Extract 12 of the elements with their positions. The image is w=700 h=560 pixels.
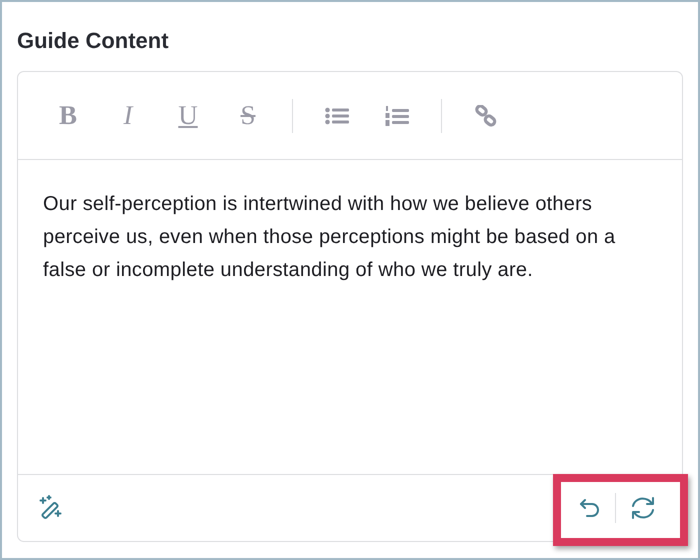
strike-button[interactable]: S — [228, 96, 268, 136]
magic-wand-icon — [38, 495, 64, 521]
undo-icon — [579, 498, 601, 518]
bold-button[interactable]: B — [48, 96, 88, 136]
italic-button[interactable]: I — [108, 96, 148, 136]
body-text[interactable]: Our self-perception is intertwined with how we believe others perceive us, even when those perceptions might be based on a false or incomplete understanding of who we truly are. — [18, 160, 682, 474]
underline-button[interactable]: U — [168, 96, 208, 136]
refresh-icon — [630, 496, 656, 520]
link-icon — [475, 104, 497, 126]
section-title: Guide Content — [17, 28, 170, 54]
numbered-list-icon — [385, 104, 409, 126]
bullet-list-icon — [325, 106, 349, 124]
